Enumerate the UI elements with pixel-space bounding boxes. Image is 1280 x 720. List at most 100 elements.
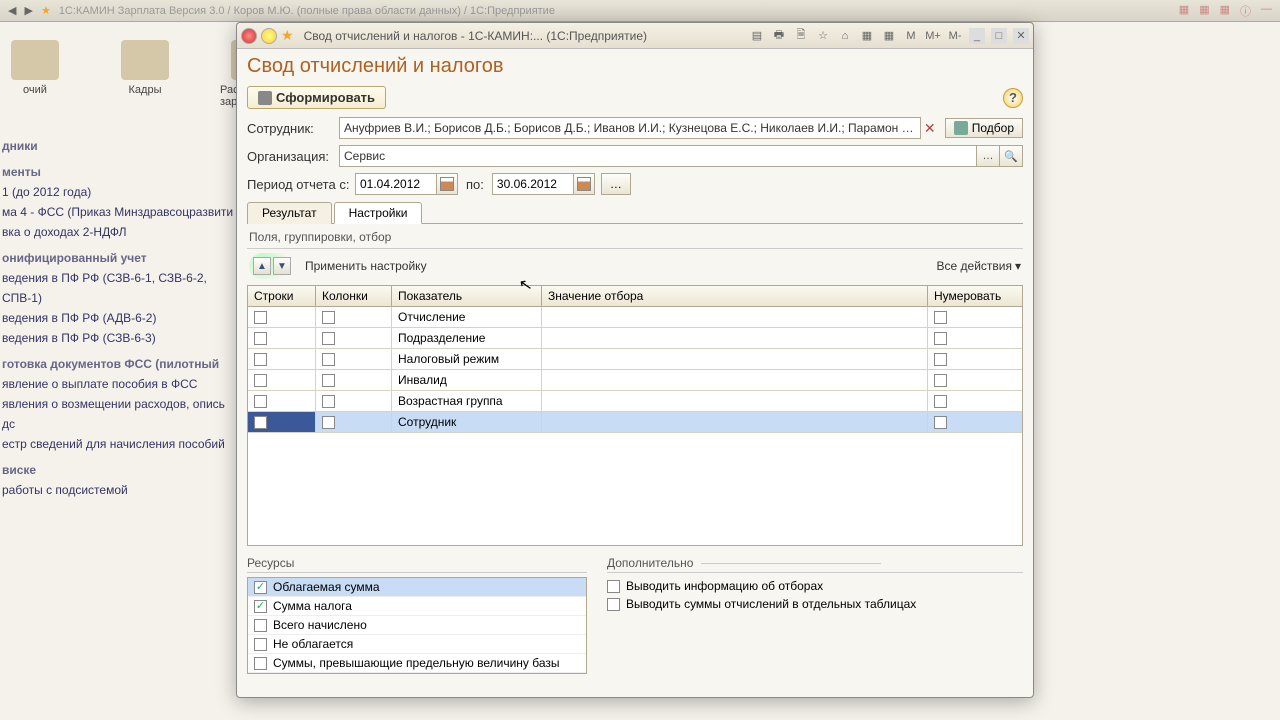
col-rows[interactable]: Строки	[248, 286, 316, 306]
all-actions-menu[interactable]: Все действия▾	[937, 259, 1022, 273]
tree-item[interactable]: естр сведений для начисления пособий	[2, 434, 234, 454]
tree-item[interactable]: вка о доходах 2-НДФЛ	[2, 222, 234, 242]
checkbox[interactable]	[254, 657, 267, 670]
apply-settings-link[interactable]: Применить настройку	[305, 259, 427, 273]
filter-cell[interactable]	[542, 349, 928, 369]
table-row[interactable]: Возрастная группа	[248, 391, 1022, 412]
minimize-button[interactable]: _	[969, 28, 985, 44]
toolbar-icon[interactable]: 🗎	[793, 28, 809, 44]
toolbar-icon[interactable]: ▦	[881, 28, 897, 44]
filter-cell[interactable]	[542, 370, 928, 390]
tree-item[interactable]: ведения в ПФ РФ (СЗВ-6-3)	[2, 328, 234, 348]
desktop-shortcut[interactable]: очий	[0, 40, 70, 108]
close-button[interactable]: ✕	[1013, 28, 1029, 44]
checkbox[interactable]	[607, 580, 620, 593]
resource-item[interactable]: Суммы, превышающие предельную величину б…	[248, 654, 586, 673]
toolbar-icon[interactable]: М+	[925, 28, 941, 44]
toolbar-icon[interactable]: ▤	[749, 28, 765, 44]
tab-result[interactable]: Результат	[247, 202, 332, 224]
tree-item[interactable]: явление о выплате пособия в ФСС	[2, 374, 234, 394]
col-columns[interactable]: Колонки	[316, 286, 392, 306]
tree-item[interactable]: 1 (до 2012 года)	[2, 182, 234, 202]
resource-item[interactable]: Всего начислено	[248, 616, 586, 635]
help-icon[interactable]: ?	[1003, 88, 1023, 108]
employee-field[interactable]: Ануфриев В.И.; Борисов Д.Б.; Борисов Д.Б…	[339, 117, 921, 139]
number-checkbox[interactable]	[934, 332, 947, 345]
checkbox[interactable]	[254, 581, 267, 594]
checkbox[interactable]	[254, 638, 267, 651]
row-checkbox[interactable]	[254, 395, 267, 408]
favorite-icon[interactable]: ★	[281, 27, 294, 44]
tree-item[interactable]: явления о возмещении расходов, опись дс	[2, 394, 234, 434]
number-checkbox[interactable]	[934, 353, 947, 366]
tree-item[interactable]: ма 4 - ФСС (Приказ Минздравсоцразвити	[2, 202, 234, 222]
col-indicator[interactable]: Показатель	[392, 286, 542, 306]
tree-item[interactable]: ведения в ПФ РФ (СЗВ-6-1, СЗВ-6-2, СПВ-1…	[2, 268, 234, 308]
table-row[interactable]: Отчисление	[248, 307, 1022, 328]
nav-back-icon[interactable]	[261, 28, 277, 44]
table-row[interactable]: Инвалид	[248, 370, 1022, 391]
filter-cell[interactable]	[542, 412, 928, 432]
toolbar-icon[interactable]: М-	[947, 28, 963, 44]
toolbar-icon[interactable]: М	[903, 28, 919, 44]
calendar-icon[interactable]	[573, 173, 595, 195]
col-number[interactable]: Нумеровать	[928, 286, 1022, 306]
maximize-button[interactable]: □	[991, 28, 1007, 44]
checkbox[interactable]	[254, 619, 267, 632]
checkbox[interactable]	[254, 600, 267, 613]
sys-icon[interactable]: ▦	[1199, 3, 1209, 19]
resource-item[interactable]: Не облагается	[248, 635, 586, 654]
toolbar-icon[interactable]: ⌂	[837, 28, 853, 44]
number-checkbox[interactable]	[934, 374, 947, 387]
toolbar-icon[interactable]: ▦	[859, 28, 875, 44]
col-filter[interactable]: Значение отбора	[542, 286, 928, 306]
date-to-field[interactable]	[492, 173, 574, 195]
tree-item[interactable]: работы с подсистемой	[2, 480, 234, 500]
sys-icon[interactable]: —	[1261, 3, 1272, 19]
period-picker-button[interactable]: …	[601, 173, 631, 195]
col-checkbox[interactable]	[322, 395, 335, 408]
row-checkbox[interactable]	[254, 374, 267, 387]
sys-icon[interactable]: ▦	[1220, 3, 1230, 19]
number-checkbox[interactable]	[934, 395, 947, 408]
tab-settings[interactable]: Настройки	[334, 202, 423, 224]
additional-option[interactable]: Выводить суммы отчислений в отдельных та…	[607, 595, 1023, 613]
table-row[interactable]: Подразделение	[248, 328, 1022, 349]
toolbar-icon[interactable]: ☆	[815, 28, 831, 44]
table-row[interactable]: Сотрудник	[248, 412, 1022, 433]
filter-cell[interactable]	[542, 328, 928, 348]
resource-item[interactable]: Облагаемая сумма	[248, 578, 586, 597]
window-titlebar[interactable]: ★ Свод отчислений и налогов - 1С-КАМИН:.…	[237, 23, 1033, 49]
dropdown-button[interactable]: …	[976, 145, 1000, 167]
col-checkbox[interactable]	[322, 416, 335, 429]
desktop-shortcut[interactable]: Кадры	[110, 40, 180, 108]
clear-icon[interactable]: ✕	[921, 118, 939, 138]
row-checkbox[interactable]	[254, 332, 267, 345]
calendar-icon[interactable]	[436, 173, 458, 195]
search-button[interactable]: 🔍	[999, 145, 1023, 167]
select-button[interactable]: Подбор	[945, 118, 1023, 138]
col-checkbox[interactable]	[322, 353, 335, 366]
checkbox[interactable]	[607, 598, 620, 611]
move-up-button[interactable]: ▲	[253, 257, 271, 275]
row-checkbox[interactable]	[254, 353, 267, 366]
additional-option[interactable]: Выводить информацию об отборах	[607, 577, 1023, 595]
filter-cell[interactable]	[542, 307, 928, 327]
resource-item[interactable]: Сумма налога	[248, 597, 586, 616]
row-checkbox[interactable]	[254, 311, 267, 324]
sys-icon[interactable]: ▦	[1179, 3, 1189, 19]
tree-item[interactable]: ведения в ПФ РФ (АДВ-6-2)	[2, 308, 234, 328]
move-down-button[interactable]: ▼	[273, 257, 291, 275]
sys-icon[interactable]: ⓘ	[1240, 3, 1251, 19]
table-row[interactable]: Налоговый режим	[248, 349, 1022, 370]
col-checkbox[interactable]	[322, 332, 335, 345]
org-field[interactable]: Сервис	[339, 145, 977, 167]
col-checkbox[interactable]	[322, 374, 335, 387]
filter-cell[interactable]	[542, 391, 928, 411]
row-checkbox[interactable]	[254, 416, 267, 429]
toolbar-icon[interactable]: 🖶	[771, 28, 787, 44]
date-from-field[interactable]	[355, 173, 437, 195]
number-checkbox[interactable]	[934, 311, 947, 324]
number-checkbox[interactable]	[934, 416, 947, 429]
generate-button[interactable]: Сформировать	[247, 86, 386, 109]
